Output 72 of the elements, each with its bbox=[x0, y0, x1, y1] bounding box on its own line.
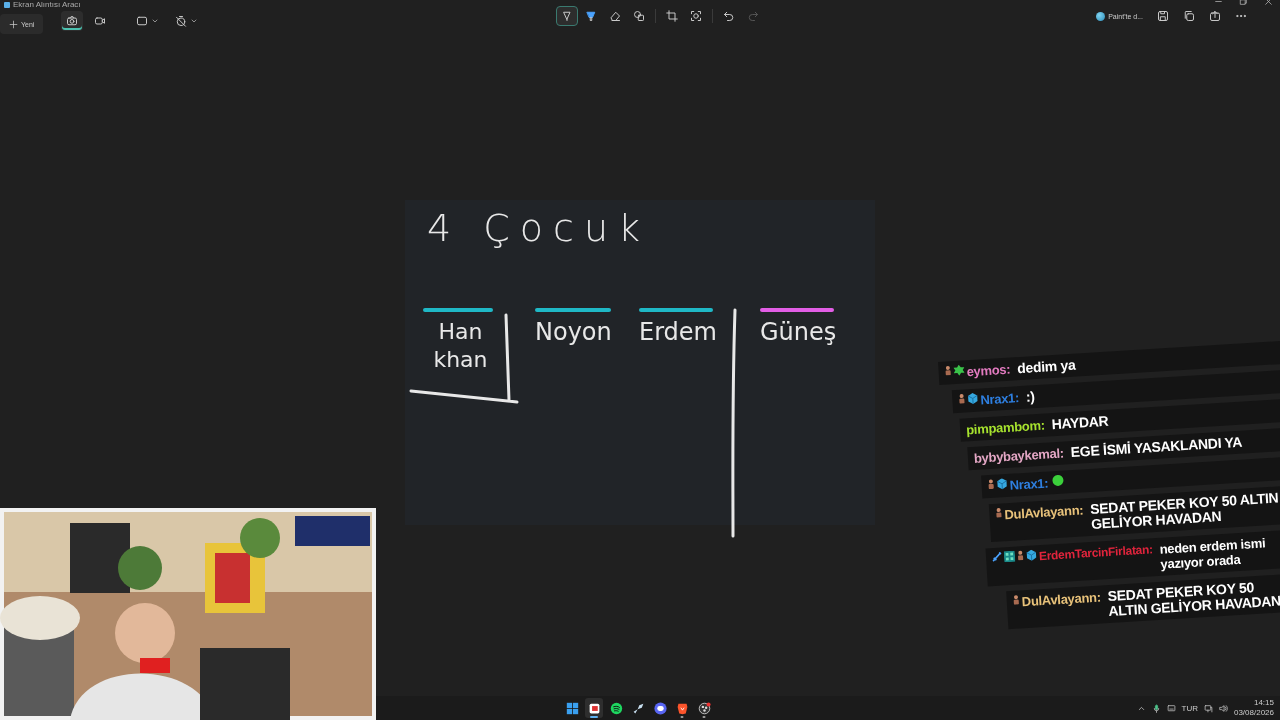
caret-icon bbox=[151, 17, 160, 25]
snipping-tool-taskbar-icon bbox=[587, 701, 601, 715]
chat-username[interactable]: eymos: bbox=[966, 361, 1011, 380]
handwritten-name: Noyon bbox=[535, 318, 612, 346]
snipping-tool-taskbar-button[interactable] bbox=[585, 698, 603, 718]
recorder-taskbar-icon bbox=[697, 701, 711, 715]
handwritten-name: Erdem bbox=[639, 318, 717, 346]
start-button bbox=[565, 701, 579, 715]
copy-icon bbox=[1183, 10, 1195, 22]
language-indicator[interactable]: TUR bbox=[1181, 703, 1198, 713]
chat-message-text: dedim ya bbox=[1016, 355, 1077, 377]
figure-badge-icon bbox=[1012, 594, 1020, 605]
camera-icon bbox=[66, 15, 79, 27]
music-app-taskbar-icon bbox=[609, 701, 623, 715]
sword-badge-icon bbox=[991, 551, 1003, 563]
eraser-icon bbox=[609, 10, 621, 22]
handwritten-name: Han khan bbox=[432, 318, 489, 374]
text-scan-icon bbox=[690, 10, 702, 22]
grid-badge-icon bbox=[1003, 550, 1016, 563]
drawing-canvas[interactable] bbox=[405, 200, 875, 525]
save-icon bbox=[1157, 10, 1169, 22]
star-badge-icon bbox=[953, 364, 965, 377]
redo-icon bbox=[747, 10, 759, 22]
shapes-icon bbox=[633, 10, 645, 22]
chat-message-text: SEDAT PEKER KOY 50 ALTIN GELİYOR HAVADAN bbox=[1089, 490, 1280, 532]
chat-message-text: HAYDAR bbox=[1051, 411, 1110, 433]
steam-taskbar-icon bbox=[631, 701, 645, 715]
undo-icon bbox=[723, 10, 735, 22]
cube-badge-icon bbox=[1025, 549, 1038, 561]
chat-username[interactable]: ErdemTarcinFirlatan: bbox=[1038, 542, 1154, 565]
chat-message-text: EGE İSMİ YASAKLANDI YA bbox=[1070, 432, 1244, 461]
figure-badge-icon bbox=[958, 393, 966, 404]
browser-taskbar-icon bbox=[675, 701, 689, 715]
highlighter-icon bbox=[585, 10, 597, 22]
chat-username[interactable]: Nrax1: bbox=[1009, 475, 1049, 493]
chat-message-text: :) bbox=[1025, 387, 1037, 405]
rectangle-icon bbox=[136, 15, 149, 27]
figure-badge-icon bbox=[995, 507, 1003, 518]
figure-badge-icon bbox=[987, 478, 995, 490]
display-tray-icon[interactable] bbox=[1166, 703, 1176, 713]
volume-tray-icon[interactable] bbox=[1218, 703, 1228, 713]
video-camera-icon bbox=[94, 15, 107, 27]
cube-badge-icon bbox=[996, 478, 1008, 490]
photo-mode-button[interactable] bbox=[61, 11, 84, 31]
clock-date[interactable]: 03/08/2026 bbox=[1233, 708, 1274, 718]
microphone-tray-icon[interactable] bbox=[1151, 703, 1161, 713]
chat-username[interactable]: pimpambom: bbox=[965, 417, 1046, 438]
app-logo-icon bbox=[4, 1, 10, 8]
handwritten-name: Güneş bbox=[760, 318, 837, 346]
crop-icon bbox=[666, 10, 678, 22]
chat-username[interactable]: Nrax1: bbox=[979, 390, 1020, 408]
pen-icon bbox=[561, 10, 573, 22]
chat-username[interactable]: DulAvlayann: bbox=[1004, 502, 1084, 523]
window-title: Ekran Alıntısı Aracı bbox=[13, 0, 81, 9]
chat-message-text: neden erdem ismi yazıyor orada bbox=[1159, 534, 1267, 572]
cube-badge-icon bbox=[966, 392, 979, 405]
caret-icon bbox=[190, 17, 199, 25]
handwritten-title: 4 Çocuk bbox=[427, 206, 651, 250]
timer-off-icon bbox=[175, 15, 188, 27]
plus-icon bbox=[9, 19, 18, 29]
share-icon bbox=[1209, 10, 1221, 22]
chat-username[interactable]: bybybaykemal: bbox=[973, 445, 1065, 466]
emote-icon bbox=[1051, 474, 1064, 487]
clock-time[interactable]: 14:15 bbox=[1253, 698, 1274, 708]
network-tray-icon[interactable] bbox=[1203, 703, 1213, 713]
chat-app-taskbar-icon bbox=[653, 701, 667, 715]
chat-message-text: SEDAT PEKER KOY 50 ALTIN GELİYOR HAVADAN bbox=[1107, 578, 1280, 620]
paint-palette-icon bbox=[1096, 11, 1106, 21]
chat-username[interactable]: DulAvlayann: bbox=[1021, 589, 1102, 610]
figure-badge-icon bbox=[1016, 550, 1025, 561]
pen-tool-button[interactable] bbox=[556, 6, 578, 26]
figure-badge-icon bbox=[944, 365, 952, 376]
